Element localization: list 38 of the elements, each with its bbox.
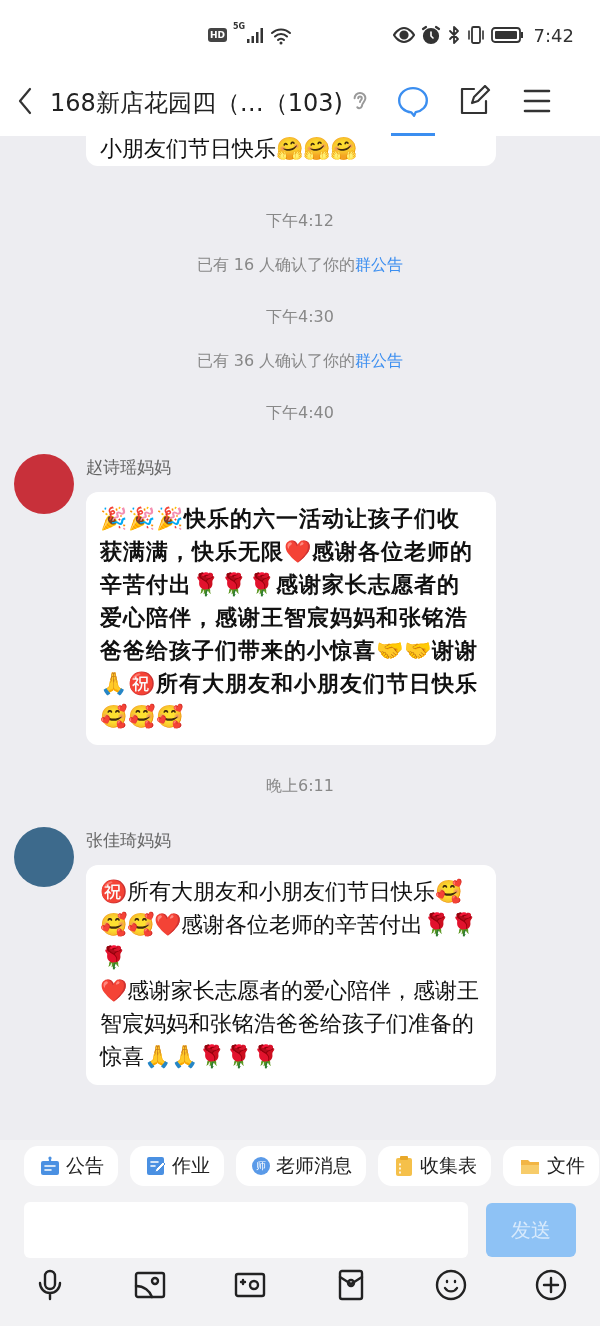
quick-action-chip[interactable]: 作业 (130, 1146, 224, 1186)
message-bubble: 🎉🎉🎉快乐的六一活动让孩子们收获满满，快乐无限❤感谢各位老师的辛苦付出🌹🌹🌹感谢家长志愿者的爱心陪伴，感谢王智宸妈妈和张铭浩爸爸给孩子们带来的小惊喜🤝🤝谢谢🙏㊗所有大朋友和小朋友们节日快乐🥰🥰🥰 (86, 492, 496, 745)
quick-action-chip[interactable]: 师 老师消息 (236, 1146, 366, 1186)
message-bubble: ㊗所有大朋友和小朋友们节日快乐🥰🥰🥰❤感谢各位老师的辛苦付出🌹🌹🌹 ❤感谢家长志愿者的爱心陪伴，感谢王智宸妈妈和张铭浩爸爸给孩子们准备的惊喜🙏🙏🌹🌹🌹 (86, 865, 496, 1085)
timestamp: 下午4:12 (266, 210, 334, 232)
avatar[interactable] (14, 827, 74, 887)
timestamp: 下午4:30 (266, 306, 334, 328)
add-icon[interactable] (533, 1268, 568, 1302)
group-title: 168新店花园四（…（103) (50, 88, 343, 119)
sender-name: 张佳琦妈妈 (86, 829, 172, 851)
timestamp: 下午4:40 (266, 402, 334, 424)
menu-icon[interactable] (523, 87, 551, 115)
quick-action-chip[interactable]: 公告 (24, 1146, 118, 1186)
wifi-icon (270, 25, 293, 45)
chat-bubble-icon (396, 84, 430, 119)
eye-icon (392, 25, 415, 45)
back-icon[interactable] (16, 87, 34, 115)
smiley-icon[interactable] (433, 1268, 468, 1302)
battery-icon (490, 26, 524, 44)
hd-indicator: HD (208, 28, 227, 42)
network-type: 5G (233, 22, 246, 31)
avatar[interactable] (14, 454, 74, 514)
document-pencil-icon (146, 1156, 166, 1176)
quick-action-chip[interactable]: 文件 (503, 1146, 599, 1186)
signal-icon (246, 27, 265, 43)
vibrate-icon (466, 25, 485, 45)
bluetooth-icon (446, 25, 461, 45)
teacher-badge-icon: 师 (252, 1157, 270, 1175)
timestamp: 晚上6:11 (266, 775, 334, 797)
clipboard-icon (394, 1156, 414, 1176)
sender-name: 赵诗瑶妈妈 (86, 456, 172, 478)
quick-action-chip[interactable]: 收集表 (378, 1146, 491, 1186)
system-notice: 已有 16 人确认了你的群公告 (196, 254, 404, 276)
clock-time: 7:42 (533, 24, 574, 46)
system-notice: 已有 36 人确认了你的群公告 (196, 350, 404, 372)
notice-board-icon (40, 1156, 60, 1176)
message-text: 小朋友们节日快乐🤗🤗🤗 (100, 136, 357, 161)
alarm-icon (420, 25, 441, 45)
